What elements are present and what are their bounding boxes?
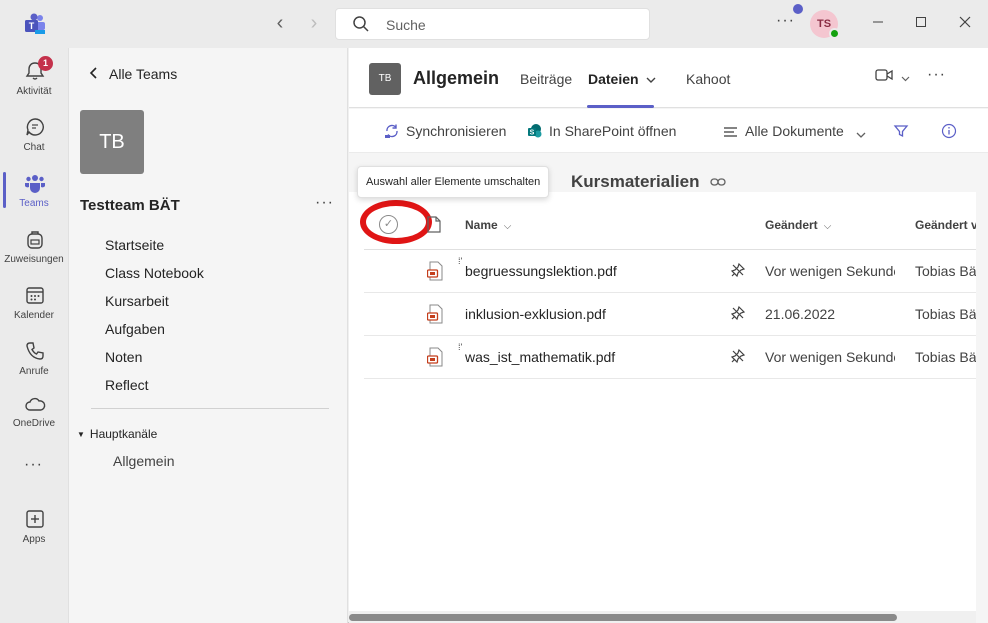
pin-icon[interactable] xyxy=(730,262,746,281)
rail-item-assignments[interactable]: Zuweisungen xyxy=(0,220,68,276)
table-row[interactable]: ⁞' begruessungslektion.pdf Vor wenigen S… xyxy=(364,250,976,293)
pdf-file-icon xyxy=(426,261,443,284)
team-link-startseite[interactable]: Startseite xyxy=(105,237,164,253)
calendar-icon xyxy=(24,284,46,306)
tab-beitraege[interactable]: Beiträge xyxy=(520,71,572,87)
select-all-tooltip: Auswahl aller Elemente umschalten xyxy=(357,166,550,198)
presence-available-icon xyxy=(829,28,840,39)
rail-item-onedrive[interactable]: OneDrive xyxy=(0,386,68,442)
column-header-modified-by[interactable]: Geändert von xyxy=(915,218,976,232)
info-icon[interactable] xyxy=(941,123,963,139)
file-list: ✓ Name⌵ Geändert⌵ Geändert von ⁞' begrue… xyxy=(349,192,976,612)
files-toolbar: Synchronisieren S In SharePoint öffnen Al… xyxy=(349,109,988,153)
sync-icon xyxy=(385,124,398,138)
chevron-down-icon xyxy=(642,71,656,87)
tab-kahoot[interactable]: Kahoot xyxy=(686,71,730,87)
rail-item-teams[interactable]: Teams xyxy=(0,164,68,220)
document-type-icon xyxy=(427,216,441,238)
section-main-channels[interactable]: ▼ Hauptkanäle xyxy=(77,427,157,441)
more-options-icon[interactable]: ··· xyxy=(776,12,795,30)
channel-avatar: TB xyxy=(369,63,401,95)
chevron-left-icon xyxy=(89,66,99,82)
pdf-file-icon xyxy=(426,304,443,327)
notification-dot xyxy=(793,4,803,14)
caret-down-icon: ▼ xyxy=(77,430,85,439)
chat-icon xyxy=(24,116,46,138)
header-more-icon[interactable]: ··· xyxy=(927,66,946,84)
chevron-down-icon[interactable] xyxy=(901,70,910,86)
forward-arrow-icon[interactable]: › xyxy=(302,12,326,36)
activity-badge: 1 xyxy=(38,56,53,71)
chevron-down-icon: ⌵ xyxy=(823,221,832,232)
team-link-noten[interactable]: Noten xyxy=(105,349,142,365)
column-header-name[interactable]: Name ⌵ xyxy=(465,218,511,232)
plus-box-icon xyxy=(24,508,46,530)
column-header-modified[interactable]: Geändert ⌵ xyxy=(765,218,831,232)
select-all-checkmark-icon[interactable]: ✓ xyxy=(379,215,398,234)
search-icon xyxy=(352,15,370,38)
scrollbar-thumb[interactable] xyxy=(349,614,897,621)
folder-breadcrumb: Kursmaterialien xyxy=(571,172,726,192)
team-more-icon[interactable]: ··· xyxy=(315,194,334,212)
table-row[interactable]: ⁞' was_ist_mathematik.pdf Vor wenigen Se… xyxy=(364,336,976,379)
phone-icon xyxy=(24,340,46,362)
search-input[interactable] xyxy=(386,15,636,35)
all-teams-back-link[interactable]: Alle Teams xyxy=(89,66,177,82)
file-list-header: ✓ Name⌵ Geändert⌵ Geändert von xyxy=(360,200,976,250)
horizontal-scrollbar[interactable] xyxy=(349,611,976,623)
minimize-icon[interactable] xyxy=(866,12,890,36)
title-bar: T ‹ › ··· TS xyxy=(0,0,988,48)
divider xyxy=(91,408,329,409)
rail-item-activity[interactable]: 1 Aktivität xyxy=(0,52,68,108)
team-name: Testteam BÄT xyxy=(80,197,180,214)
app-rail: 1 Aktivität Chat Teams Zuweisungen Kalen… xyxy=(0,48,68,623)
sharepoint-icon: S xyxy=(528,124,542,138)
copy-link-icon[interactable] xyxy=(710,174,726,190)
channel-title: Allgemein xyxy=(413,68,500,88)
open-in-sharepoint-button[interactable]: S In SharePoint öffnen xyxy=(527,123,676,139)
cloud-icon xyxy=(24,394,46,416)
filter-icon[interactable] xyxy=(893,123,915,139)
team-panel: Alle Teams TB Testteam BÄT ··· Startseit… xyxy=(68,48,348,623)
tab-dateien[interactable]: Dateien xyxy=(588,71,656,87)
chevron-down-icon xyxy=(856,132,866,138)
new-item-icon: ⁞' xyxy=(458,256,463,266)
team-link-kursarbeit[interactable]: Kursarbeit xyxy=(105,293,169,309)
teams-icon xyxy=(24,172,46,194)
search-box[interactable] xyxy=(335,8,650,40)
close-icon[interactable] xyxy=(953,12,977,36)
list-view-icon xyxy=(724,127,737,137)
rail-item-calls[interactable]: Anrufe xyxy=(0,332,68,388)
table-row[interactable]: inklusion-exklusion.pdf 21.06.2022 Tobia… xyxy=(364,293,976,336)
channel-header: TB Allgemein Beiträge Dateien Kahoot ··· xyxy=(349,48,988,108)
back-arrow-icon[interactable]: ‹ xyxy=(268,12,292,36)
channel-allgemein[interactable]: Allgemein xyxy=(113,453,174,469)
rail-item-calendar[interactable]: Kalender xyxy=(0,276,68,332)
backpack-icon xyxy=(24,228,46,250)
team-avatar: TB xyxy=(80,110,144,174)
maximize-icon[interactable] xyxy=(909,12,933,36)
team-link-reflect[interactable]: Reflect xyxy=(105,377,149,393)
video-call-icon[interactable] xyxy=(875,68,893,85)
rail-item-chat[interactable]: Chat xyxy=(0,108,68,164)
chevron-down-icon: ⌵ xyxy=(503,221,512,232)
pin-icon[interactable] xyxy=(730,348,746,367)
active-tab-indicator xyxy=(587,105,654,108)
new-item-icon: ⁞' xyxy=(458,342,463,352)
team-link-class-notebook[interactable]: Class Notebook xyxy=(105,265,204,281)
rail-more-icon[interactable]: ··· xyxy=(24,456,43,474)
sync-button[interactable]: Synchronisieren xyxy=(384,123,506,139)
pin-icon[interactable] xyxy=(730,305,746,324)
svg-text:S: S xyxy=(530,130,535,137)
main-content: TB Allgemein Beiträge Dateien Kahoot ···… xyxy=(349,48,988,623)
teams-logo-icon[interactable]: T xyxy=(24,13,46,35)
pdf-file-icon xyxy=(426,347,443,370)
rail-item-apps[interactable]: Apps xyxy=(0,500,68,556)
view-selector[interactable]: Alle Dokumente xyxy=(723,123,872,139)
svg-text:T: T xyxy=(29,21,35,31)
team-link-aufgaben[interactable]: Aufgaben xyxy=(105,321,165,337)
